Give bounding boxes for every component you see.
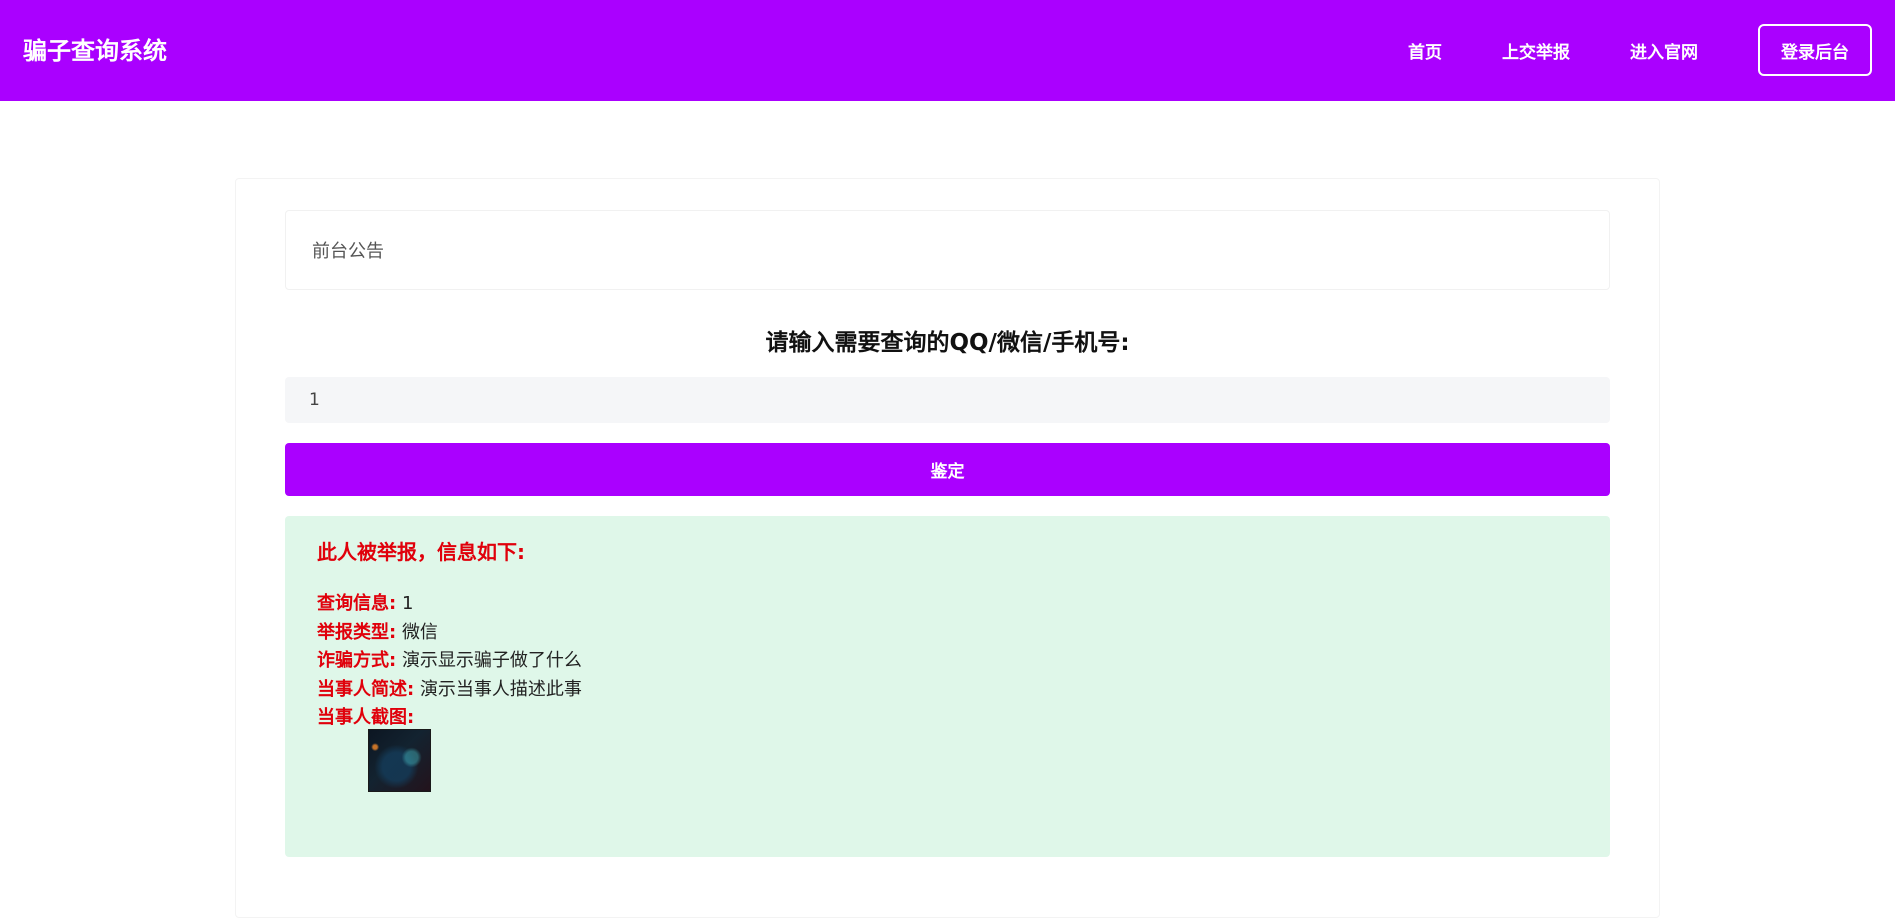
field-label: 诈骗方式: — [317, 650, 397, 671]
field-value: 演示显示骗子做了什么 — [401, 650, 582, 671]
field-label: 查询信息: — [317, 593, 397, 614]
main-card: 前台公告 请输入需要查询的QQ/微信/手机号: 鉴定 此人被举报，信息如下: 查… — [235, 178, 1660, 918]
top-navbar: 骗子查询系统 首页 上交举报 进入官网 登录后台 — [0, 0, 1895, 101]
result-field-fraud-method: 诈骗方式: 演示显示骗子做了什么 — [317, 647, 582, 676]
field-value: 演示当事人描述此事 — [419, 678, 582, 700]
result-field-report-type: 举报类型: 微信 — [317, 619, 582, 648]
query-input[interactable] — [285, 377, 1610, 423]
field-label: 当事人简述: — [317, 678, 415, 700]
nav-link-official-site[interactable]: 进入官网 — [1630, 38, 1698, 63]
field-label: 当事人截图: — [317, 707, 415, 728]
notice-panel: 前台公告 — [285, 210, 1610, 290]
query-title: 请输入需要查询的QQ/微信/手机号: — [765, 330, 1130, 356]
nav-links: 首页 上交举报 进入官网 登录后台 — [1408, 24, 1872, 76]
result-fields: 查询信息: 1 举报类型: 微信 诈骗方式: 演示显示骗子做了什么 当事人简述:… — [317, 590, 582, 733]
identify-button[interactable]: 鉴定 — [285, 443, 1610, 496]
result-heading: 此人被举报，信息如下: — [317, 540, 525, 564]
notice-text: 前台公告 — [312, 241, 384, 262]
result-field-description: 当事人简述: 演示当事人描述此事 — [317, 676, 582, 705]
result-field-screenshot: 当事人截图: — [317, 704, 582, 733]
result-field-query-info: 查询信息: 1 — [317, 590, 582, 619]
field-value: 1 — [401, 593, 414, 614]
field-value: 微信 — [401, 621, 438, 643]
nav-link-report[interactable]: 上交举报 — [1502, 38, 1570, 63]
field-label: 举报类型: — [317, 621, 397, 643]
login-admin-button[interactable]: 登录后台 — [1758, 24, 1872, 76]
site-brand[interactable]: 骗子查询系统 — [23, 33, 167, 69]
nav-link-home[interactable]: 首页 — [1408, 38, 1442, 63]
evidence-screenshot-image-icon[interactable] — [368, 729, 431, 792]
result-panel: 此人被举报，信息如下: 查询信息: 1 举报类型: 微信 诈骗方式: 演示显示骗… — [285, 516, 1610, 857]
